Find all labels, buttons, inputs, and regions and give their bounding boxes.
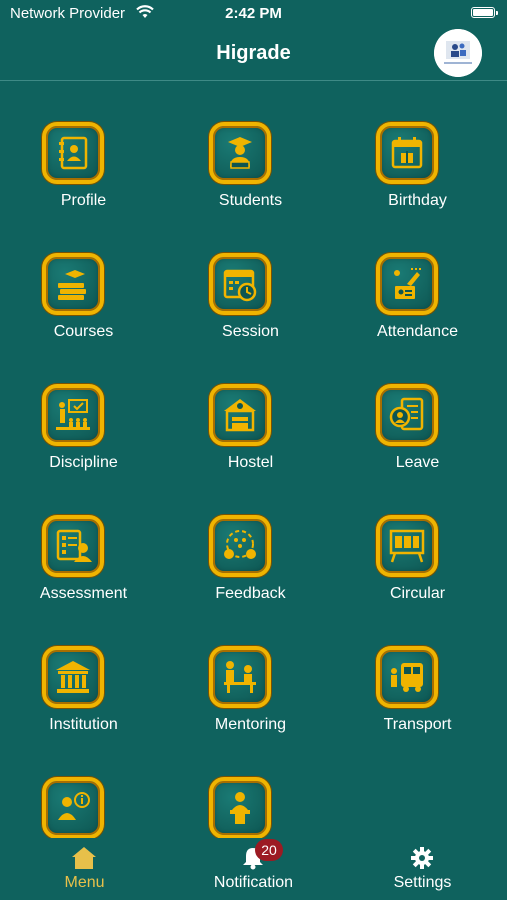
- menu-item-transport[interactable]: Transport: [334, 644, 484, 754]
- tab-menu[interactable]: Menu: [0, 838, 169, 900]
- menu-item-leave[interactable]: Leave: [334, 382, 484, 492]
- menu-item-birthday[interactable]: Birthday: [334, 120, 484, 230]
- menu-item-hostel[interactable]: Hostel: [167, 382, 317, 492]
- contact-book-icon: [42, 122, 104, 184]
- page-title: Higrade: [216, 42, 291, 64]
- menu-label: Hostel: [227, 454, 274, 471]
- menu-label: Leave: [395, 454, 440, 471]
- menu-label: Circular: [389, 585, 446, 602]
- tab-label: Settings: [393, 874, 452, 891]
- notification-badge: 20: [255, 839, 283, 861]
- books-graduation-cap-icon: [42, 253, 104, 315]
- menu-label: Assessment: [39, 585, 128, 602]
- menu-item-attendance[interactable]: Attendance: [334, 251, 484, 361]
- menu-label: Transport: [383, 716, 452, 733]
- battery-icon: [471, 7, 498, 18]
- calendar-gift-icon: [376, 122, 438, 184]
- menu-item-institution[interactable]: Institution: [0, 644, 150, 754]
- tab-notification[interactable]: 20 Notification: [169, 838, 338, 900]
- menu-label: Profile: [60, 192, 107, 209]
- notice-board-icon: [376, 515, 438, 577]
- menu-label: Feedback: [215, 585, 286, 602]
- tab-label: Notification: [213, 874, 294, 891]
- menu-item-students[interactable]: Students: [167, 120, 317, 230]
- menu-item-assessment[interactable]: Assessment: [0, 513, 150, 623]
- classroom-teacher-icon: [42, 384, 104, 446]
- podium-speaker-icon: [209, 777, 271, 839]
- menu-label: Session: [222, 323, 279, 340]
- menu-label: Attendance: [377, 323, 458, 340]
- menu-label: Mentoring: [214, 716, 287, 733]
- tab-label: Menu: [64, 874, 105, 891]
- app-header: Higrade: [0, 28, 507, 81]
- status-bar: Network Provider 2:42 PM: [0, 0, 507, 28]
- school-bus-icon: [376, 646, 438, 708]
- info-speaker-icon: [42, 777, 104, 839]
- avatar[interactable]: [434, 29, 482, 77]
- menu-item-circular[interactable]: Circular: [334, 513, 484, 623]
- menu-item-discipline[interactable]: Discipline: [0, 382, 150, 492]
- calendar-clock-icon: [209, 253, 271, 315]
- mentoring-desk-icon: [209, 646, 271, 708]
- menu-label: Institution: [49, 716, 118, 733]
- tab-bar: Menu 20 Notification Settings: [0, 838, 507, 900]
- attendance-touch-icon: [376, 253, 438, 315]
- menu-item-profile[interactable]: Profile: [0, 120, 150, 230]
- menu-item-courses[interactable]: Courses: [0, 251, 150, 361]
- gear-icon: [411, 847, 433, 869]
- graduate-student-icon: [209, 122, 271, 184]
- hostel-building-icon: [209, 384, 271, 446]
- menu-label: Discipline: [49, 454, 118, 471]
- menu-label: Students: [218, 192, 283, 209]
- menu-label: Courses: [53, 323, 114, 340]
- assessment-checklist-icon: [42, 515, 104, 577]
- menu-label: Birthday: [388, 192, 447, 209]
- menu-item-session[interactable]: Session: [167, 251, 317, 361]
- institution-building-icon: [42, 646, 104, 708]
- tab-settings[interactable]: Settings: [338, 838, 507, 900]
- clock: 2:42 PM: [225, 5, 282, 22]
- menu-item-feedback[interactable]: Feedback: [167, 513, 317, 623]
- feedback-people-icon: [209, 515, 271, 577]
- menu-item-mentoring[interactable]: Mentoring: [167, 644, 317, 754]
- leave-document-icon: [376, 384, 438, 446]
- home-icon: [72, 847, 96, 869]
